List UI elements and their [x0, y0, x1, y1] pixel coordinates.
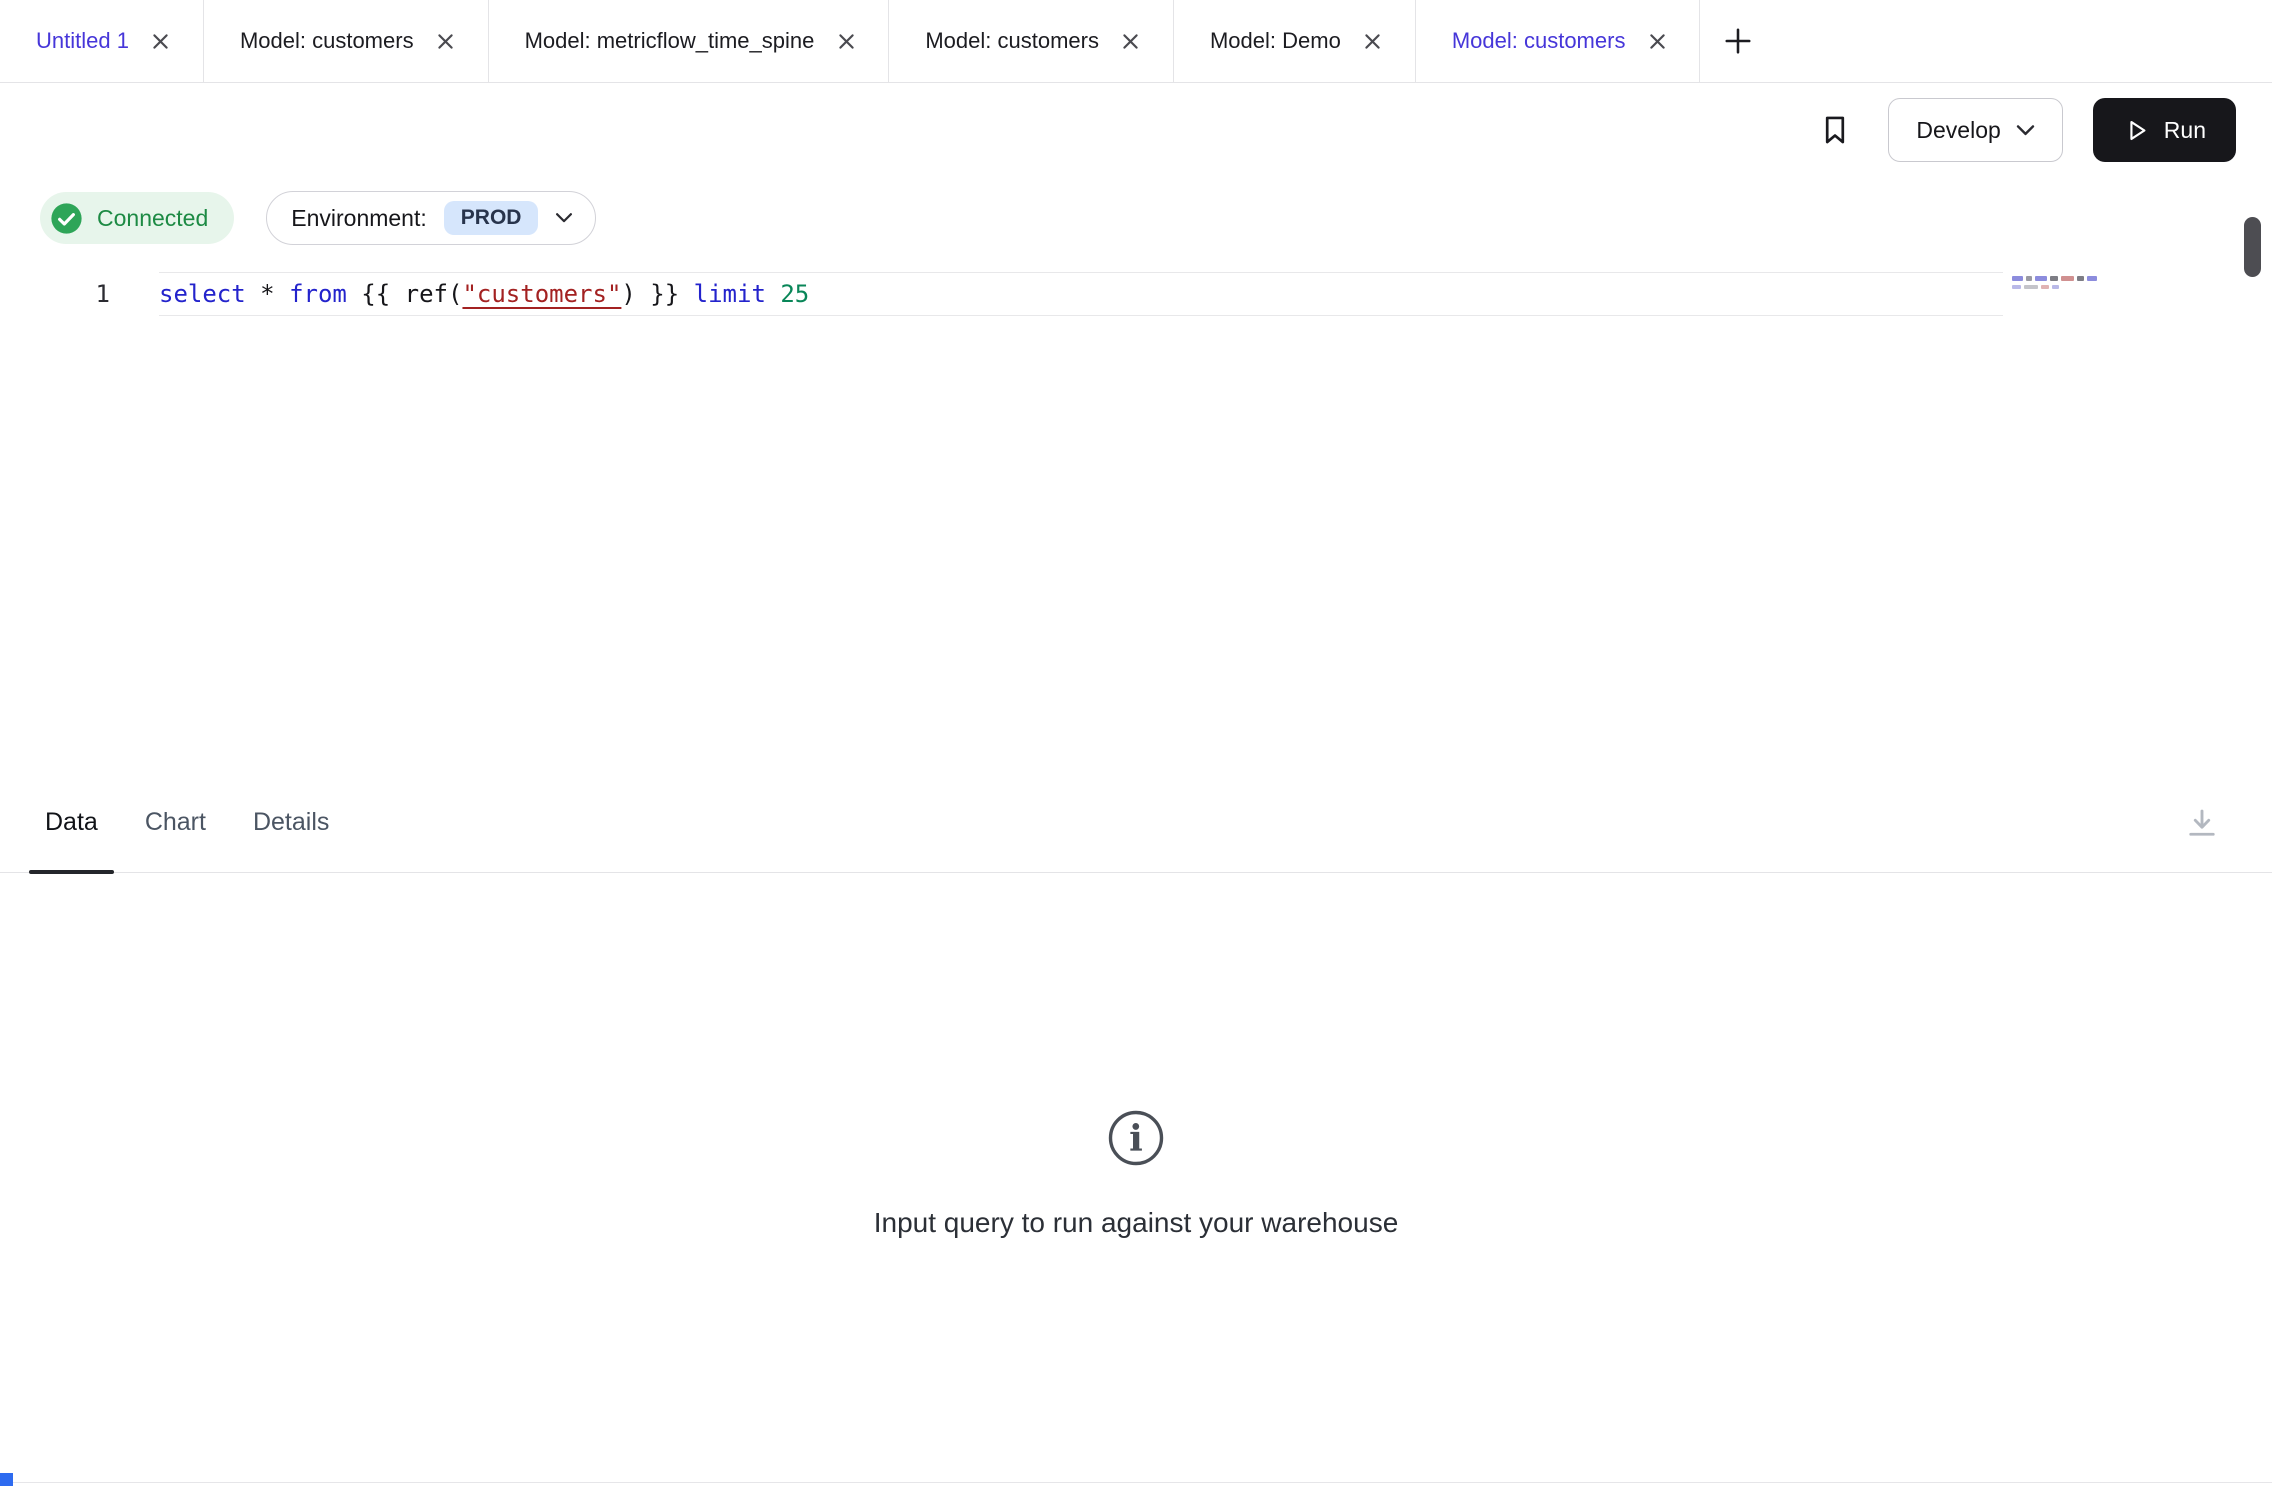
code-token-ref-link[interactable]: "customers" [462, 280, 621, 308]
close-icon [1121, 32, 1140, 51]
tab-model-customers-3[interactable]: Model: customers [1416, 0, 1701, 82]
tab-label: Model: customers [240, 28, 414, 54]
bookmark-icon [1818, 113, 1852, 147]
run-button[interactable]: Run [2093, 98, 2236, 162]
bottom-left-accent [0, 1473, 13, 1486]
close-icon [151, 32, 170, 51]
environment-selector[interactable]: Environment: PROD [266, 191, 596, 245]
bookmark-button[interactable] [1812, 107, 1858, 153]
develop-button[interactable]: Develop [1888, 98, 2062, 162]
editor-tab-bar: Untitled 1 Model: customers Model: metri… [0, 0, 2272, 83]
new-tab-button[interactable] [1700, 0, 1776, 82]
tab-model-metricflow-time-spine[interactable]: Model: metricflow_time_spine [489, 0, 890, 82]
connection-status-bar: Connected Environment: PROD [0, 177, 2272, 259]
check-circle-icon [50, 202, 83, 235]
download-results-button[interactable] [2184, 805, 2220, 841]
download-icon [2184, 805, 2220, 841]
close-icon [436, 32, 455, 51]
empty-state-message: Input query to run against your warehous… [874, 1207, 1399, 1239]
close-icon [1363, 32, 1382, 51]
code-token-keyword: select [159, 280, 246, 308]
chevron-down-icon [2016, 125, 2035, 136]
editor-toolbar: Develop Run [0, 83, 2272, 177]
info-icon: i [1107, 1109, 1165, 1167]
code-token-plain: {{ ref( [347, 280, 463, 308]
tab-untitled-1[interactable]: Untitled 1 [0, 0, 204, 82]
tab-model-demo[interactable]: Model: Demo [1174, 0, 1416, 82]
connected-badge: Connected [40, 192, 234, 244]
results-tab-bar: Data Chart Details [0, 773, 2272, 873]
code-token-plain: ) }} [621, 280, 693, 308]
tab-details[interactable]: Details [253, 773, 329, 872]
close-icon [837, 32, 856, 51]
plus-icon [1723, 26, 1753, 56]
tab-model-customers-2[interactable]: Model: customers [889, 0, 1174, 82]
tab-close-button[interactable] [147, 27, 175, 55]
tab-chart[interactable]: Chart [145, 773, 206, 872]
environment-label: Environment: [291, 205, 427, 232]
tab-close-button[interactable] [1359, 27, 1387, 55]
tab-close-button[interactable] [432, 27, 460, 55]
code-token-keyword: limit [694, 280, 766, 308]
code-token-plain: * [246, 280, 289, 308]
develop-button-label: Develop [1916, 117, 2000, 144]
tab-close-button[interactable] [1117, 27, 1145, 55]
tab-label: Model: metricflow_time_spine [525, 28, 815, 54]
tab-label: Model: customers [1452, 28, 1626, 54]
code-token-keyword: from [289, 280, 347, 308]
tab-data[interactable]: Data [45, 773, 98, 872]
connected-label: Connected [97, 205, 208, 232]
tab-close-button[interactable] [1643, 27, 1671, 55]
tab-model-customers-1[interactable]: Model: customers [204, 0, 489, 82]
play-icon [2123, 117, 2150, 144]
tab-label: Untitled 1 [36, 28, 129, 54]
tab-label: Model: customers [925, 28, 1099, 54]
environment-value-badge: PROD [444, 201, 539, 235]
tab-close-button[interactable] [832, 27, 860, 55]
tab-label: Model: Demo [1210, 28, 1341, 54]
line-number: 1 [0, 272, 110, 316]
code-token-number: 25 [780, 280, 809, 308]
run-button-label: Run [2164, 117, 2206, 144]
code-token-plain [766, 280, 780, 308]
svg-text:i: i [1129, 1118, 1143, 1160]
editor-minimap [2012, 276, 2102, 293]
bottom-divider [0, 1482, 2272, 1483]
chevron-down-icon [555, 213, 573, 223]
close-icon [1648, 32, 1667, 51]
scrollbar-thumb[interactable] [2244, 217, 2261, 277]
code-line[interactable]: select * from {{ ref("customers") }} lim… [159, 272, 2003, 316]
sql-editor[interactable]: 1 select * from {{ ref("customers") }} l… [0, 259, 2272, 773]
results-empty-state: i Input query to run against your wareho… [0, 873, 2272, 1484]
